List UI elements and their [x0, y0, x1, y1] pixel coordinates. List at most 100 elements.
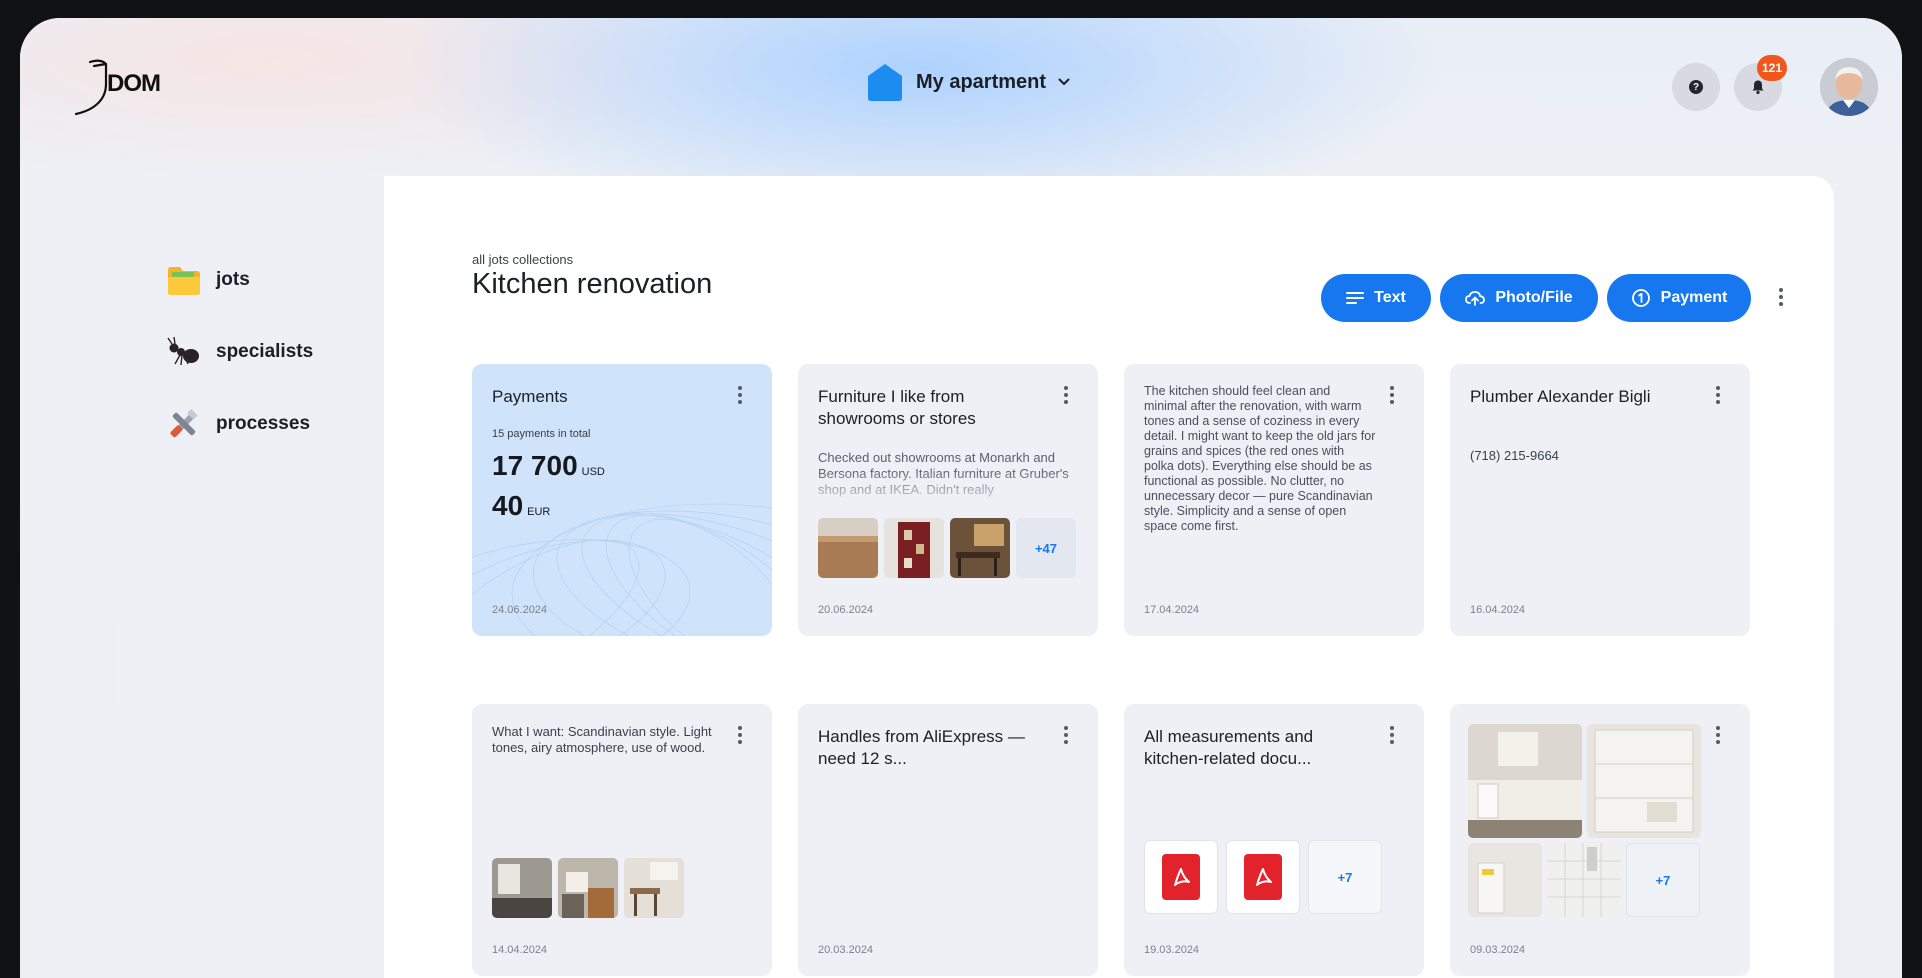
photo-tile[interactable]: [1547, 843, 1621, 917]
text-fade: [798, 470, 1098, 510]
more-photos-button[interactable]: +7: [1626, 843, 1700, 917]
photo-tile[interactable]: [1468, 843, 1542, 917]
thumbnail-image: [884, 518, 944, 578]
sidebar-item-label: jots: [216, 269, 250, 290]
add-payment-button[interactable]: Payment: [1607, 274, 1751, 322]
amount-currency: EUR: [527, 506, 551, 518]
amount-value: 40: [492, 490, 524, 521]
photo-image: [1468, 843, 1542, 917]
card-more-menu-icon[interactable]: [1056, 726, 1076, 744]
thumbnail[interactable]: [624, 858, 684, 918]
thumbnail-image: [558, 858, 618, 918]
card-body-text: What I want: Scandinavian style. Light t…: [492, 724, 712, 755]
sidebar-item-processes[interactable]: processes: [166, 406, 310, 442]
photos-card[interactable]: +7 09.03.2024: [1450, 704, 1750, 976]
dom-logo[interactable]: DOM: [72, 54, 192, 118]
card-date: 16.04.2024: [1470, 604, 1526, 616]
add-text-label: Text: [1374, 289, 1406, 306]
handles-card[interactable]: Handles from AliExpress — need 12 s... 2…: [798, 704, 1098, 976]
photo-tile[interactable]: [1587, 724, 1701, 838]
contact-phone: (718) 215-9664: [1470, 448, 1559, 463]
card-more-menu-icon[interactable]: [1382, 726, 1402, 744]
card-title: Furniture I like from showrooms or store…: [818, 387, 976, 428]
cloud-upload-icon: [1465, 291, 1486, 306]
help-button[interactable]: ?: [1672, 63, 1720, 111]
tools-icon: [170, 409, 198, 438]
thumbnail[interactable]: [818, 518, 878, 578]
add-payment-label: Payment: [1660, 289, 1728, 306]
help-icon: ?: [1689, 80, 1703, 94]
house-icon: [868, 64, 902, 101]
amount-value: 17 700: [492, 450, 578, 481]
card-more-menu-icon[interactable]: [730, 726, 750, 744]
page-more-menu-icon[interactable]: [1771, 288, 1791, 306]
card-date: 09.03.2024: [1470, 944, 1526, 956]
sidebar-item-jots[interactable]: jots: [166, 262, 250, 298]
card-more-menu-icon[interactable]: [1382, 386, 1402, 404]
pdf-icon: [1244, 854, 1282, 900]
thumbnail[interactable]: [558, 858, 618, 918]
thumbnail-strip: [492, 858, 684, 918]
amount-usd: 17 700 USD: [492, 450, 605, 482]
card-date: 20.03.2024: [818, 944, 874, 956]
text-lines-icon: [1346, 292, 1365, 304]
photo-image: [1468, 724, 1582, 838]
thumbnail-image: [818, 518, 878, 578]
pdf-file[interactable]: [1226, 840, 1300, 914]
thumbnail[interactable]: [950, 518, 1010, 578]
sidebar-item-specialists[interactable]: specialists: [166, 334, 313, 370]
card-title: Handles from AliExpress — need 12 s...: [818, 727, 1025, 768]
thumbnail[interactable]: [492, 858, 552, 918]
card-date: 20.06.2024: [818, 604, 874, 616]
apartment-switcher[interactable]: My apartment: [866, 62, 1070, 102]
text-fade: [1124, 554, 1424, 594]
photo-image: [1547, 843, 1621, 917]
payments-card[interactable]: Payments 15 payments in total 17 700 USD …: [472, 364, 772, 636]
more-photos-button[interactable]: +47: [1016, 518, 1076, 578]
add-photo-file-label: Photo/File: [1495, 289, 1573, 306]
bell-icon: [1752, 80, 1764, 95]
card-title: Plumber Alexander Bigli: [1470, 387, 1651, 406]
payments-count: 15 payments in total: [492, 428, 591, 440]
breadcrumb[interactable]: all jots collections: [472, 252, 573, 267]
add-text-button[interactable]: Text: [1321, 274, 1431, 322]
header-background: [20, 18, 1902, 198]
card-more-menu-icon[interactable]: [1708, 726, 1728, 744]
more-files-button[interactable]: +7: [1308, 840, 1382, 914]
pdf-icon: [1162, 854, 1200, 900]
measurements-card[interactable]: All measurements and kitchen-related doc…: [1124, 704, 1424, 976]
card-title: Payments: [492, 387, 568, 406]
sidebar-item-label: specialists: [216, 341, 314, 362]
card-date: 24.06.2024: [492, 604, 548, 616]
furniture-card[interactable]: Furniture I like from showrooms or store…: [798, 364, 1098, 636]
amount-currency: USD: [581, 466, 605, 478]
notifications-badge: 121: [1757, 55, 1788, 81]
card-more-menu-icon[interactable]: [1708, 386, 1728, 404]
thumbnail-image: [492, 858, 552, 918]
card-title: All measurements and kitchen-related doc…: [1144, 727, 1314, 768]
photo-image: [1587, 724, 1701, 838]
avatar-photo: [1820, 58, 1878, 116]
add-photo-file-button[interactable]: Photo/File: [1440, 274, 1598, 322]
coin-icon: [1631, 289, 1650, 307]
thumbnail[interactable]: [884, 518, 944, 578]
card-date: 17.04.2024: [1144, 604, 1200, 616]
app-window: DOM My apartment ? 121 jots specialists …: [20, 18, 1902, 978]
chevron-down-icon: [1058, 78, 1070, 85]
thumbnail-strip: +47: [818, 518, 1076, 578]
sidebar-item-label: processes: [216, 413, 311, 434]
apartment-label: My apartment: [916, 70, 1047, 93]
thumbnail-image: [624, 858, 684, 918]
logo-text: DOM: [107, 70, 161, 97]
folder-icon: [168, 267, 200, 295]
user-avatar[interactable]: [1820, 58, 1878, 116]
pdf-file[interactable]: [1144, 840, 1218, 914]
card-more-menu-icon[interactable]: [730, 386, 750, 404]
kitchen-notes-card[interactable]: The kitchen should feel clean and minima…: [1124, 364, 1424, 636]
plumber-contact-card[interactable]: Plumber Alexander Bigli (718) 215-9664 1…: [1450, 364, 1750, 636]
card-date: 19.03.2024: [1144, 944, 1200, 956]
style-wishes-card[interactable]: What I want: Scandinavian style. Light t…: [472, 704, 772, 976]
thumbnail-image: [950, 518, 1010, 578]
card-more-menu-icon[interactable]: [1056, 386, 1076, 404]
photo-tile[interactable]: [1468, 724, 1582, 838]
